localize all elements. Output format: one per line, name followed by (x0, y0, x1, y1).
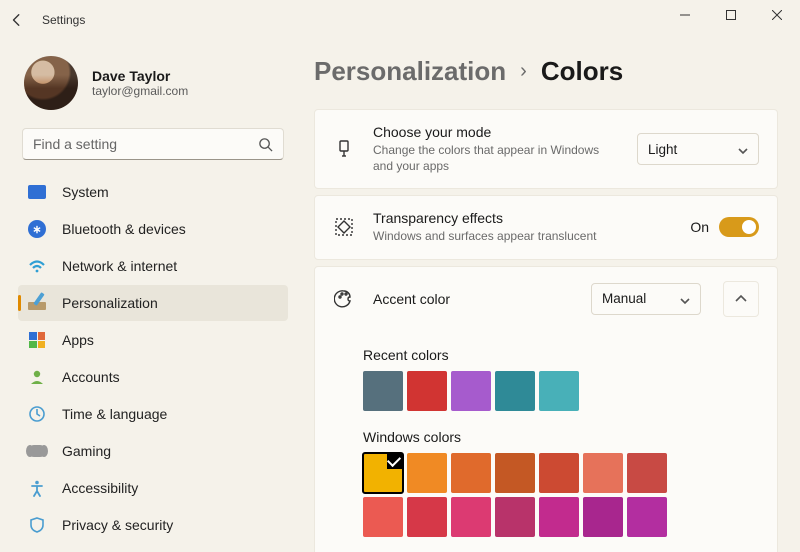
breadcrumb-parent[interactable]: Personalization (314, 56, 506, 87)
accent-mode-value: Manual (602, 291, 646, 306)
nav-item-network[interactable]: Network & internet (18, 248, 288, 284)
nav-label: Accounts (62, 369, 120, 385)
transparency-icon (333, 216, 355, 238)
nav-label: Gaming (62, 443, 111, 459)
nav-item-system[interactable]: System (18, 174, 288, 210)
color-swatch[interactable] (627, 497, 667, 537)
nav-list: System ∗ Bluetooth & devices Network & i… (18, 174, 288, 543)
mode-title: Choose your mode (373, 124, 619, 140)
breadcrumb: Personalization › Colors (314, 56, 778, 87)
accent-card: Accent color Manual Recent colors Window… (314, 266, 778, 552)
nav-item-apps[interactable]: Apps (18, 322, 288, 358)
search-box[interactable] (22, 128, 284, 160)
nav-label: Privacy & security (62, 517, 173, 533)
color-swatch[interactable] (407, 453, 447, 493)
color-swatch[interactable] (627, 453, 667, 493)
accessibility-icon (28, 479, 46, 497)
nav-label: Time & language (62, 406, 167, 422)
color-swatch[interactable] (451, 453, 491, 493)
mode-card: Choose your mode Change the colors that … (314, 109, 778, 189)
color-swatch[interactable] (407, 371, 447, 411)
wifi-icon (28, 257, 46, 275)
nav-label: Bluetooth & devices (62, 221, 186, 237)
chevron-down-icon (738, 144, 748, 154)
transparency-subtitle: Windows and surfaces appear translucent (373, 228, 672, 244)
nav-item-privacy[interactable]: Privacy & security (18, 507, 288, 543)
windows-colors-row-2 (363, 497, 759, 537)
color-swatch[interactable] (583, 497, 623, 537)
color-swatch[interactable] (363, 497, 403, 537)
mode-value: Light (648, 142, 677, 157)
nav-label: Network & internet (62, 258, 177, 274)
avatar (24, 56, 78, 110)
profile-email: taylor@gmail.com (92, 84, 188, 98)
accent-mode-dropdown[interactable]: Manual (591, 283, 701, 315)
nav-item-accounts[interactable]: Accounts (18, 359, 288, 395)
color-swatch[interactable] (407, 497, 447, 537)
windows-colors-row-1 (363, 453, 759, 493)
recent-colors-label: Recent colors (363, 347, 759, 363)
nav-item-accessibility[interactable]: Accessibility (18, 470, 288, 506)
recent-colors-row (363, 371, 759, 411)
mode-subtitle: Change the colors that appear in Windows… (373, 142, 619, 174)
mode-dropdown[interactable]: Light (637, 133, 759, 165)
paintbrush-icon (28, 294, 46, 312)
search-input[interactable] (33, 136, 258, 152)
chevron-down-icon (680, 294, 690, 304)
gamepad-icon (28, 442, 46, 460)
transparency-card: Transparency effects Windows and surface… (314, 195, 778, 259)
transparency-title: Transparency effects (373, 210, 672, 226)
nav-label: Apps (62, 332, 94, 348)
nav-item-personalization[interactable]: Personalization (18, 285, 288, 321)
nav-item-gaming[interactable]: Gaming (18, 433, 288, 469)
titlebar: Settings (0, 0, 800, 40)
nav-label: Personalization (62, 295, 158, 311)
breadcrumb-current: Colors (541, 56, 623, 87)
system-icon (28, 183, 46, 201)
bluetooth-icon: ∗ (28, 220, 46, 238)
color-swatch[interactable] (539, 371, 579, 411)
profile-name: Dave Taylor (92, 68, 188, 84)
paintbrush-icon (333, 138, 355, 160)
profile-block[interactable]: Dave Taylor taylor@gmail.com (18, 48, 288, 128)
clock-globe-icon (28, 405, 46, 423)
search-icon (258, 137, 273, 152)
color-swatch[interactable] (495, 497, 535, 537)
back-button[interactable] (10, 13, 24, 27)
color-swatch[interactable] (363, 453, 403, 493)
color-swatch[interactable] (495, 453, 535, 493)
accent-title: Accent color (373, 291, 573, 307)
close-button[interactable] (754, 0, 800, 30)
windows-colors-label: Windows colors (363, 429, 759, 445)
main-panel: Personalization › Colors Choose your mod… (300, 40, 800, 552)
color-swatch[interactable] (539, 453, 579, 493)
color-swatch[interactable] (451, 497, 491, 537)
nav-label: Accessibility (62, 480, 138, 496)
nav-item-bluetooth[interactable]: ∗ Bluetooth & devices (18, 211, 288, 247)
transparency-toggle[interactable] (719, 217, 759, 237)
shield-icon (28, 516, 46, 534)
transparency-state: On (690, 219, 709, 235)
color-swatch[interactable] (451, 371, 491, 411)
nav-label: System (62, 184, 109, 200)
color-swatch[interactable] (495, 371, 535, 411)
color-swatch[interactable] (583, 453, 623, 493)
minimize-button[interactable] (662, 0, 708, 30)
maximize-button[interactable] (708, 0, 754, 30)
accent-collapse-button[interactable] (723, 281, 759, 317)
color-swatch[interactable] (363, 371, 403, 411)
palette-icon (333, 288, 355, 310)
window-title: Settings (42, 13, 85, 27)
chevron-right-icon: › (520, 60, 527, 83)
nav-item-time-language[interactable]: Time & language (18, 396, 288, 432)
person-icon (28, 368, 46, 386)
color-swatch[interactable] (539, 497, 579, 537)
apps-icon (28, 331, 46, 349)
sidebar: Dave Taylor taylor@gmail.com System ∗ Bl… (0, 40, 300, 552)
